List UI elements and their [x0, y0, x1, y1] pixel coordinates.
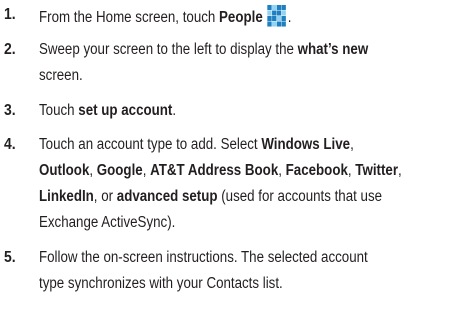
step-text-line: From the Home screen, touch People. [39, 5, 435, 28]
step-number: 4. [4, 136, 16, 153]
text-run: Sweep your screen to the left to display… [39, 41, 298, 58]
text-run: screen. [39, 67, 83, 84]
step-text-line: Outlook, Google, AT&T Address Book, Face… [39, 161, 435, 181]
people-tile-icon [266, 5, 288, 27]
instruction-steps: 1. From the Home screen, touch People. 2. S… [0, 0, 457, 324]
text-run: , [398, 162, 402, 179]
bold-term: set up account [78, 102, 173, 119]
step-text-line: Touch an account type to add. Select Win… [39, 135, 435, 155]
step-text-line: Touch set up account. [39, 101, 435, 121]
step-text-line: Follow the on-screen instructions. The s… [39, 248, 435, 268]
bold-term: advanced setup [116, 188, 218, 205]
text-run: Exchange ActiveSync). [39, 214, 176, 231]
bold-term: what’s new [297, 41, 369, 58]
text-run: . [172, 102, 177, 119]
step-number: 3. [4, 102, 16, 119]
step-text-line: LinkedIn, or advanced setup (used for ac… [39, 187, 435, 207]
step-text-line: screen. [39, 66, 435, 86]
step-number: 1. [4, 6, 16, 23]
step-text-line: type synchronizes with your Contacts lis… [39, 274, 435, 294]
text-run: , [347, 162, 356, 179]
text-run: Touch [39, 102, 79, 119]
bold-term: Facebook [285, 162, 348, 179]
bold-term: LinkedIn [39, 188, 94, 205]
text-run: , or [93, 188, 117, 205]
text-run: . [287, 9, 292, 26]
step-number: 5. [4, 249, 16, 266]
text-run: , [350, 136, 354, 153]
step-number: 2. [4, 41, 16, 58]
text-run: Follow the on-screen instructions. The s… [39, 249, 368, 266]
text-run: , [278, 162, 286, 179]
bold-term: People [219, 9, 263, 26]
bold-term: AT&T Address Book [150, 162, 279, 179]
bold-term: Outlook [39, 162, 90, 179]
bold-term: Twitter [355, 162, 399, 179]
text-run: From the Home screen, touch [39, 9, 220, 26]
bold-term: Google [96, 162, 143, 179]
text-run: type synchronizes with your Contacts lis… [39, 275, 283, 292]
text-run: (used for accounts that use [217, 188, 383, 205]
step-text-line: Exchange ActiveSync). [39, 213, 435, 233]
step-text-line: Sweep your screen to the left to display… [39, 40, 435, 60]
bold-term: Windows Live [261, 136, 351, 153]
text-run: Touch an account type to add. Select [39, 136, 262, 153]
